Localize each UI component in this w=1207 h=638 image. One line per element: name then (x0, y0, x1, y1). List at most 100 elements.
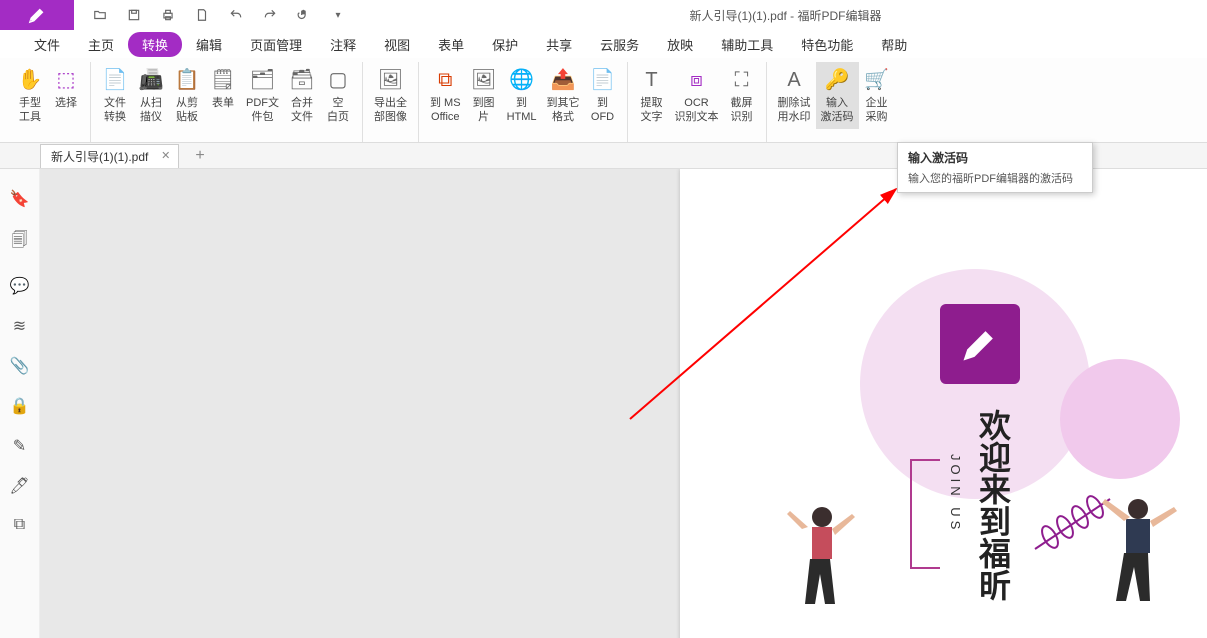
logo-badge (940, 304, 1020, 384)
menu-view[interactable]: 视图 (370, 32, 424, 57)
menu-pages[interactable]: 页面管理 (236, 32, 316, 57)
close-icon[interactable]: ✕ (161, 149, 170, 162)
quick-access-toolbar: ▾ (74, 7, 364, 23)
screenshot-rec-button[interactable]: ⛶截屏 识别 (724, 62, 760, 129)
file-convert-button[interactable]: 📄文件 转换 (97, 62, 133, 129)
security-icon[interactable]: 🔒 (10, 396, 30, 416)
decoration-circle (1060, 359, 1180, 479)
merge-button[interactable]: 🗃合并 文件 (284, 62, 320, 129)
left-sidebar: 🔖 🗐 💬 ≋ 📎 🔒 ✎ 🖊 ⧉ (0, 169, 40, 638)
menu-edit[interactable]: 编辑 (182, 32, 236, 57)
menu-protect[interactable]: 保护 (478, 32, 532, 57)
signatures-icon[interactable]: ✎ (13, 436, 26, 456)
from-form-button[interactable]: 🗒表单 (205, 62, 241, 114)
attachments-icon[interactable]: 📎 (10, 356, 30, 376)
to-other-icon: 📤 (550, 66, 576, 94)
doc-sub: JOIN US (948, 454, 963, 533)
menu-play[interactable]: 放映 (653, 32, 707, 57)
blank-icon: ▢ (325, 66, 351, 94)
merge-icon: 🗃 (289, 66, 315, 94)
comments-icon[interactable]: 💬 (10, 276, 30, 296)
pdf-package-button[interactable]: 🗂PDF文 件包 (241, 62, 284, 129)
layers-icon[interactable]: ≋ (13, 316, 26, 336)
del-watermark-button[interactable]: A删除试 用水印 (773, 62, 816, 129)
tooltip-title: 输入激活码 (908, 149, 1082, 166)
window-title: 新人引导(1)(1).pdf - 福昕PDF编辑器 (364, 7, 1207, 24)
scanner-icon: 📠 (138, 66, 164, 94)
cursor-icon: ⬚ (53, 66, 79, 94)
to-html-icon: 🌐 (509, 66, 535, 94)
tooltip-body: 输入您的福昕PDF编辑器的激活码 (908, 170, 1082, 186)
titlebar: ▾ 新人引导(1)(1).pdf - 福昕PDF编辑器 (0, 0, 1207, 30)
to-other-button[interactable]: 📤到其它 格式 (542, 62, 585, 129)
pages-icon[interactable]: 🗐 (12, 229, 28, 256)
menu-a11y[interactable]: 辅助工具 (707, 32, 787, 57)
from-clipboard-button[interactable]: 📋从剪 贴板 (169, 62, 205, 129)
export-image-button[interactable]: 🖼导出全 部图像 (369, 62, 412, 129)
to-ms-office-button[interactable]: ⧉到 MS Office (425, 62, 466, 129)
menu-help[interactable]: 帮助 (867, 32, 921, 57)
more-panels-icon[interactable]: ⧉ (14, 516, 25, 534)
person-illustration-icon (780, 499, 870, 638)
document-tab-label: 新人引导(1)(1).pdf (51, 150, 148, 164)
package-icon: 🗂 (250, 66, 276, 94)
redo-icon[interactable] (262, 7, 278, 23)
menu-annotate[interactable]: 注释 (316, 32, 370, 57)
edit-pen-icon[interactable]: 🖊 (9, 476, 29, 496)
chevron-down-icon[interactable]: ▾ (330, 7, 346, 23)
to-html-button[interactable]: 🌐到 HTML (502, 62, 542, 129)
ms-office-icon: ⧉ (432, 66, 458, 94)
workspace: 🔖 🗐 💬 ≋ 📎 🔒 ✎ 🖊 ⧉ 欢迎来到福昕 JOIN US (0, 169, 1207, 638)
app-logo[interactable] (0, 0, 74, 30)
hand-small-icon[interactable] (296, 7, 312, 23)
open-icon[interactable] (92, 7, 108, 23)
menu-convert[interactable]: 转换 (128, 32, 182, 57)
person-illustration-icon (1090, 489, 1190, 638)
page-icon[interactable] (194, 7, 210, 23)
document-area[interactable]: 欢迎来到福昕 JOIN US (40, 169, 1207, 638)
menubar: 文件 主页 转换 编辑 页面管理 注释 视图 表单 保护 共享 云服务 放映 辅… (0, 30, 1207, 58)
menu-form[interactable]: 表单 (424, 32, 478, 57)
hand-icon: ✋ (17, 66, 43, 94)
from-scan-button[interactable]: 📠从扫 描仪 (133, 62, 169, 129)
activation-button[interactable]: 🔑输入 激活码 (816, 62, 859, 129)
ribbon: ✋手型 工具 ⬚选择 📄文件 转换 📠从扫 描仪 📋从剪 贴板 🗒表单 🗂PDF… (0, 58, 1207, 143)
menu-special[interactable]: 特色功能 (787, 32, 867, 57)
file-icon: 📄 (102, 66, 128, 94)
menu-share[interactable]: 共享 (532, 32, 586, 57)
form-icon: 🗒 (210, 66, 236, 94)
cart-icon: 🛒 (864, 66, 890, 94)
undo-icon[interactable] (228, 7, 244, 23)
extract-text-icon: T (639, 66, 665, 94)
print-icon[interactable] (160, 7, 176, 23)
menu-home[interactable]: 主页 (74, 32, 128, 57)
save-icon[interactable] (126, 7, 142, 23)
doc-heading: 欢迎来到福昕 (970, 409, 1016, 601)
new-tab-button[interactable]: + (195, 147, 204, 165)
menu-file[interactable]: 文件 (20, 32, 74, 57)
pen-nib-icon (958, 322, 1002, 366)
hand-tool-button[interactable]: ✋手型 工具 (12, 62, 48, 129)
to-image-icon: 🖼 (471, 66, 497, 94)
to-image-button[interactable]: 🖼到图 片 (466, 62, 502, 129)
select-tool-button[interactable]: ⬚选择 (48, 62, 84, 114)
screenshot-icon: ⛶ (729, 66, 755, 94)
export-image-icon: 🖼 (378, 66, 404, 94)
blank-page-button[interactable]: ▢空 白页 (320, 62, 356, 129)
to-ofd-button[interactable]: 📄到 OFD (585, 62, 621, 129)
bookmark-icon[interactable]: 🔖 (10, 189, 30, 209)
pen-nib-icon (26, 4, 48, 26)
activation-tooltip: 输入激活码 输入您的福昕PDF编辑器的激活码 (897, 142, 1093, 193)
menu-cloud[interactable]: 云服务 (586, 32, 653, 57)
extract-text-button[interactable]: T提取 文字 (634, 62, 670, 129)
key-icon: 🔑 (824, 66, 850, 94)
watermark-icon: A (781, 66, 807, 94)
document-tab[interactable]: 新人引导(1)(1).pdf ✕ (40, 144, 179, 168)
clipboard-icon: 📋 (174, 66, 200, 94)
enterprise-button[interactable]: 🛒企业 采购 (859, 62, 895, 129)
ocr-button[interactable]: ⧈OCR 识别文本 (670, 62, 724, 129)
bracket-decoration (910, 459, 940, 569)
ocr-icon: ⧈ (684, 66, 710, 94)
pdf-page: 欢迎来到福昕 JOIN US (680, 169, 1207, 638)
to-ofd-icon: 📄 (590, 66, 616, 94)
